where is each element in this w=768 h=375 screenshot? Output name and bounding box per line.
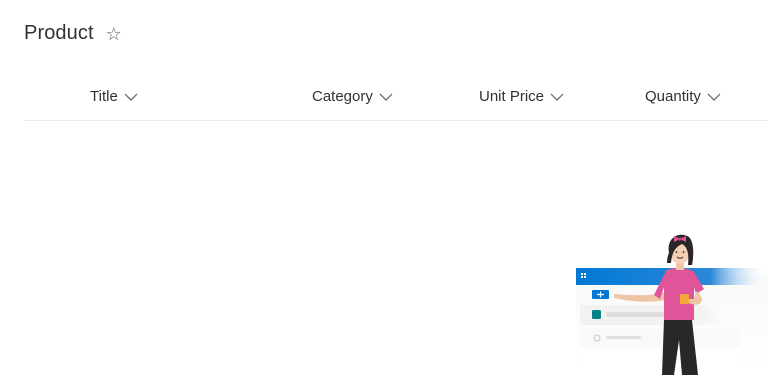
empty-list-illustration <box>570 225 768 375</box>
column-header-category[interactable]: Category <box>312 88 393 105</box>
chevron-down-icon <box>550 92 564 102</box>
column-header-label: Title <box>90 88 118 105</box>
chevron-down-icon <box>379 92 393 102</box>
chevron-down-icon <box>124 92 138 102</box>
star-outline-icon[interactable]: ☆ <box>106 25 122 43</box>
column-header-row: Title Category Unit Price Quantity <box>24 78 768 121</box>
column-header-label: Quantity <box>645 88 701 105</box>
column-header-title[interactable]: Title <box>90 88 138 105</box>
column-header-quantity[interactable]: Quantity <box>645 88 721 105</box>
chevron-down-icon <box>707 92 721 102</box>
list-view: Product ☆ Title Category Unit Price Quan… <box>0 0 768 375</box>
column-header-label: Category <box>312 88 373 105</box>
page-title: Product <box>24 22 94 44</box>
column-header-unit-price[interactable]: Unit Price <box>479 88 564 105</box>
column-header-label: Unit Price <box>479 88 545 105</box>
list-header: Product ☆ <box>24 22 122 45</box>
